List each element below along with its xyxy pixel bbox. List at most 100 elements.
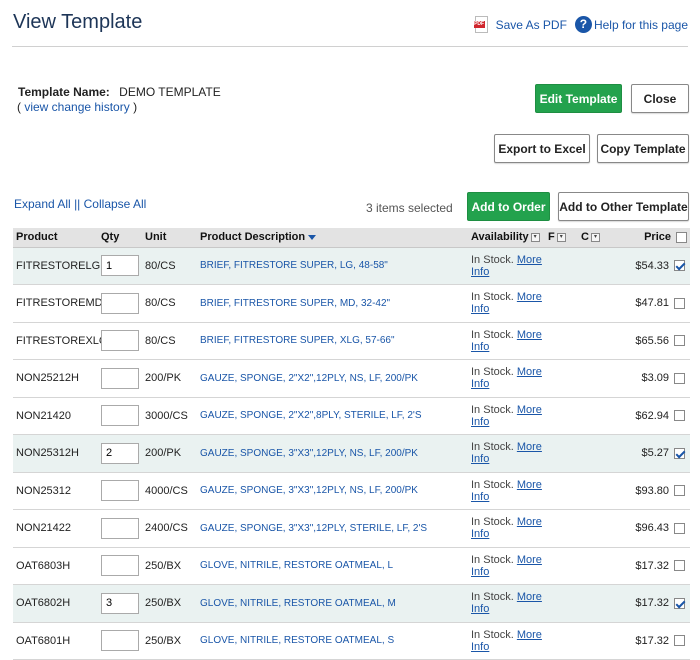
qty-input[interactable]	[101, 630, 139, 652]
stock-status: In Stock.	[471, 516, 514, 529]
add-to-order-button[interactable]: Add to Order	[467, 192, 550, 221]
expand-separator: ||	[74, 197, 81, 211]
more-link-text: More	[516, 628, 542, 641]
col-product[interactable]: Product	[13, 228, 98, 248]
price-cell: $5.27	[607, 435, 690, 473]
product-description-link[interactable]: GLOVE, NITRILE, RESTORE OATMEAL, M	[197, 585, 468, 623]
save-as-pdf-link[interactable]: Save As PDF	[496, 18, 567, 32]
product-code: OAT6803H	[16, 559, 71, 572]
qty-input[interactable]	[101, 330, 139, 352]
row-select-checkbox[interactable]	[674, 635, 685, 647]
qty-input[interactable]	[101, 292, 139, 314]
more-link-text: More	[516, 516, 542, 529]
table-row: OAT6801H 250/BX GLOVE, NITRILE, RESTORE OA…	[13, 622, 690, 660]
qty-input[interactable]	[101, 555, 139, 577]
row-select-checkbox[interactable]	[674, 597, 685, 609]
product-code: OAT6801H	[16, 634, 71, 647]
availability-cell: In Stock. More Info	[468, 285, 607, 323]
row-select-checkbox[interactable]	[674, 560, 685, 572]
col-qty[interactable]: Qty	[98, 228, 142, 248]
price-value: $65.56	[635, 334, 669, 347]
availability-filter-icon[interactable]: ▾	[530, 232, 540, 242]
availability-cell: In Stock. More Info	[468, 360, 607, 398]
price-cell: $47.81	[607, 285, 690, 323]
change-history: ( view change history )	[17, 100, 137, 114]
product-description-link[interactable]: BRIEF, FITRESTORE SUPER, XLG, 57-66"	[197, 322, 468, 360]
qty-input[interactable]	[101, 517, 139, 539]
row-select-checkbox[interactable]	[674, 447, 685, 459]
stock-status: In Stock.	[471, 291, 514, 304]
unit-cell: 4000/CS	[145, 484, 188, 497]
row-select-checkbox[interactable]	[674, 485, 685, 497]
row-select-checkbox[interactable]	[674, 372, 685, 384]
price-value: $96.43	[635, 522, 669, 535]
qty-input[interactable]	[101, 255, 139, 277]
col-f[interactable]: F ▾	[545, 228, 578, 248]
row-select-checkbox[interactable]	[674, 335, 685, 347]
price-value: $5.27	[641, 447, 669, 460]
qty-input[interactable]	[101, 480, 139, 502]
product-description-link[interactable]: BRIEF, FITRESTORE SUPER, LG, 48-58"	[197, 247, 468, 285]
expand-collapse: Expand All || Collapse All	[14, 197, 146, 211]
col-price[interactable]: Price	[607, 228, 690, 248]
copy-template-button[interactable]: Copy Template	[597, 134, 689, 163]
price-value: $47.81	[635, 297, 669, 310]
qty-cell	[98, 510, 142, 548]
col-availability-label: Availability	[471, 231, 529, 244]
product-description-link[interactable]: BRIEF, FITRESTORE SUPER, MD, 32-42"	[197, 285, 468, 323]
template-name-value: DEMO TEMPLATE	[119, 85, 221, 99]
qty-input[interactable]	[101, 367, 139, 389]
info-link-text: Info	[471, 603, 490, 616]
c-filter-icon[interactable]: ▾	[590, 232, 600, 242]
qty-input[interactable]	[101, 592, 139, 614]
edit-template-button[interactable]: Edit Template	[535, 84, 622, 113]
availability-cell: In Stock. More Info	[468, 397, 607, 435]
product-description-link[interactable]: GLOVE, NITRILE, RESTORE OATMEAL, L	[197, 547, 468, 585]
col-description[interactable]: Product Description	[197, 228, 468, 248]
col-c-label: C	[581, 231, 589, 244]
expand-all-link[interactable]: Expand All	[14, 197, 71, 211]
more-link-text: More	[516, 591, 542, 604]
pdf-icon[interactable]: PDF	[473, 16, 488, 33]
select-all-checkbox[interactable]	[676, 231, 687, 243]
table-row: OAT6802H 250/BX GLOVE, NITRILE, RESTORE OA…	[13, 584, 690, 623]
stock-status: In Stock.	[471, 591, 514, 604]
product-description-link[interactable]: GAUZE, SPONGE, 3"X3",12PLY, NS, LF, 200/…	[197, 435, 468, 473]
price-cell: $17.32	[607, 547, 690, 585]
help-icon[interactable]: ?	[574, 16, 592, 33]
availability-cell: In Stock. More Info	[468, 472, 607, 510]
export-to-excel-button[interactable]: Export to Excel	[494, 134, 590, 163]
availability-cell: In Stock. More Info	[468, 585, 607, 623]
f-filter-icon[interactable]: ▾	[556, 232, 566, 242]
qty-input[interactable]	[101, 405, 139, 427]
row-select-checkbox[interactable]	[674, 297, 685, 309]
info-link-text: Info	[471, 640, 490, 653]
col-unit[interactable]: Unit	[142, 228, 197, 248]
more-link-text: More	[516, 403, 542, 416]
product-description-link[interactable]: GAUZE, SPONGE, 3"X3",12PLY, STERILE, LF,…	[197, 510, 468, 548]
view-change-history-link[interactable]: view change history	[24, 100, 129, 114]
top-links: PDF Save As PDF ? Help for this page	[473, 16, 688, 33]
col-availability[interactable]: Availability ▾	[468, 228, 545, 248]
qty-input[interactable]	[101, 442, 139, 464]
template-name: Template Name: DEMO TEMPLATE	[18, 85, 221, 99]
product-description-link[interactable]: GAUZE, SPONGE, 3"X3",12PLY, NS, LF, 200/…	[197, 472, 468, 510]
row-select-checkbox[interactable]	[674, 410, 685, 422]
price-value: $17.32	[635, 634, 669, 647]
product-description-link[interactable]: GAUZE, SPONGE, 2"X2",12PLY, NS, LF, 200/…	[197, 360, 468, 398]
close-button[interactable]: Close	[631, 84, 689, 113]
price-cell: $65.56	[607, 322, 690, 360]
sort-desc-icon[interactable]	[308, 234, 317, 240]
collapse-all-link[interactable]: Collapse All	[84, 197, 147, 211]
table-header-row: Product Qty Unit Product Description Ava…	[13, 228, 690, 248]
product-description-link[interactable]: GAUZE, SPONGE, 2"X2",8PLY, STERILE, LF, …	[197, 397, 468, 435]
table-row: NON25312 4000/CS GAUZE, SPONGE, 3"X3",12PL…	[13, 472, 690, 510]
availability-cell: In Stock. More Info	[468, 435, 607, 473]
add-to-other-template-button[interactable]: Add to Other Template	[558, 192, 689, 221]
row-select-checkbox[interactable]	[674, 522, 685, 534]
price-value: $54.33	[635, 259, 669, 272]
row-select-checkbox[interactable]	[674, 260, 685, 272]
col-c[interactable]: C ▾	[578, 228, 607, 248]
help-link[interactable]: Help for this page	[594, 18, 688, 32]
product-description-link[interactable]: GLOVE, NITRILE, RESTORE OATMEAL, S	[197, 622, 468, 660]
